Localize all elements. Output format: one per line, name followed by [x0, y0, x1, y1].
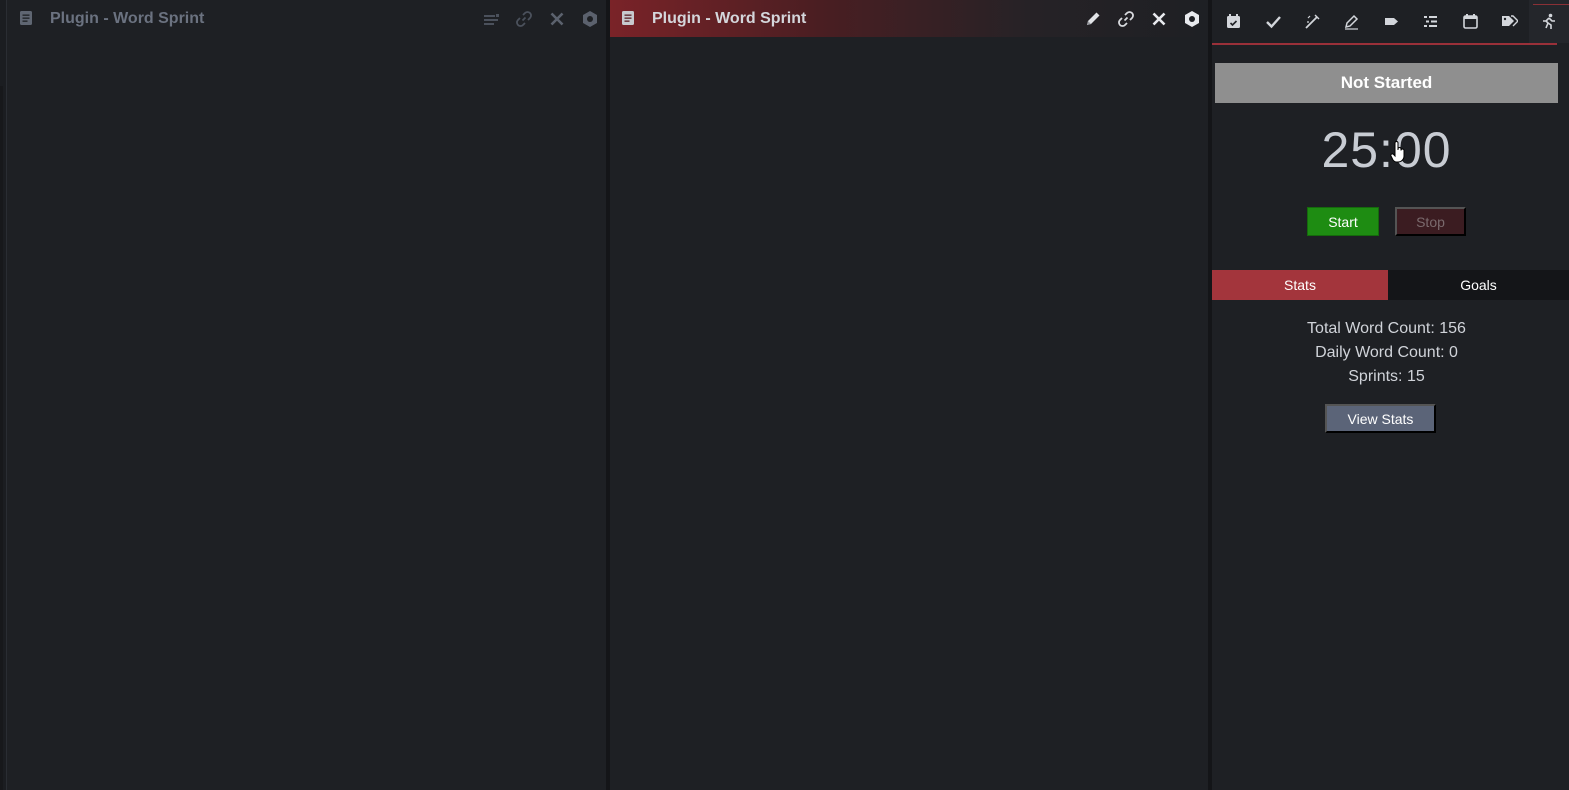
view-stats-button[interactable]: View Stats — [1325, 404, 1436, 433]
runner-icon[interactable] — [1529, 0, 1569, 43]
tags-icon[interactable] — [1490, 0, 1529, 43]
stats-panel: Total Word Count: 156 Daily Word Count: … — [1212, 317, 1561, 389]
pane-title: Plugin - Word Sprint — [652, 10, 807, 27]
middle-pane-actions — [1076, 0, 1208, 37]
doc-icon — [20, 11, 32, 25]
link-icon[interactable] — [1109, 0, 1142, 37]
left-pane-header: Plugin - Word Sprint — [8, 0, 606, 37]
sprint-status: Not Started — [1215, 63, 1558, 103]
stop-button[interactable]: Stop — [1395, 207, 1466, 236]
outline-icon[interactable] — [1411, 0, 1450, 43]
sprint-timer: 25:00 — [1321, 122, 1452, 178]
daily-word-count: Daily Word Count: 0 — [1315, 344, 1458, 361]
tab-stats[interactable]: Stats — [1212, 270, 1388, 300]
middle-pane-header: Plugin - Word Sprint — [610, 0, 1208, 37]
word-sprint-sidebar: Not Started 25:00 Start Stop Stats Goals… — [1212, 0, 1569, 790]
list-icon[interactable] — [474, 0, 507, 37]
sprint-count: Sprints: 15 — [1348, 368, 1425, 385]
close-icon[interactable] — [1142, 0, 1175, 37]
start-button[interactable]: Start — [1307, 207, 1379, 236]
pencil-icon[interactable] — [1076, 0, 1109, 37]
tab-goals[interactable]: Goals — [1388, 270, 1569, 300]
wand-icon[interactable] — [1293, 0, 1332, 43]
hexagon-icon[interactable] — [1175, 0, 1208, 37]
pane-title: Plugin - Word Sprint — [50, 10, 205, 27]
hexagon-icon[interactable] — [573, 0, 606, 37]
left-pane-actions — [474, 0, 606, 37]
left-pane: Plugin - Word Sprint — [8, 0, 606, 790]
hand-cursor-icon — [1390, 141, 1406, 163]
pen-icon[interactable] — [1332, 0, 1371, 43]
sidebar-toolbar — [1212, 0, 1569, 45]
app-window: Plugin - Word Sprint Plugin - Word Sprin… — [0, 0, 1569, 790]
middle-pane: Plugin - Word Sprint — [610, 0, 1208, 790]
sidebar-tabs: Stats Goals — [1212, 270, 1569, 300]
calendar-check-icon[interactable] — [1214, 0, 1253, 43]
total-word-count: Total Word Count: 156 — [1307, 320, 1466, 337]
link-icon[interactable] — [507, 0, 540, 37]
doc-icon — [622, 11, 634, 25]
calendar-icon[interactable] — [1450, 0, 1489, 43]
tag-icon[interactable] — [1372, 0, 1411, 43]
close-icon[interactable] — [540, 0, 573, 37]
checkmark-icon[interactable] — [1253, 0, 1292, 43]
left-gutter — [0, 0, 7, 790]
